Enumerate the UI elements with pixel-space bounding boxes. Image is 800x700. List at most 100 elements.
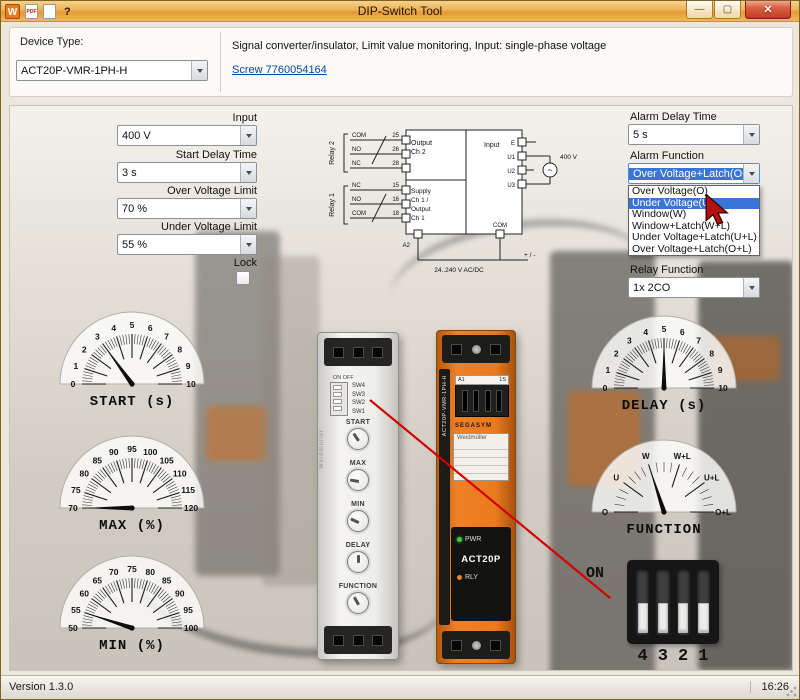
document-icon[interactable] [43,4,56,19]
dip-switch-channel-2[interactable] [677,569,690,635]
input-select[interactable]: 400 V [117,125,257,146]
dip-switch-channel-3[interactable] [656,569,669,635]
terminal-block [324,338,392,366]
dip-on-label: ON [586,565,604,582]
app-window: W PDF ? DIP-Switch Tool — ▢ ✕ Device Typ… [0,0,800,700]
dip-switch-number: 2 [677,647,690,666]
supply-voltage: 24..240 V AC/DC [434,267,484,274]
polarity: + / - [524,252,535,259]
chevron-down-icon[interactable] [191,61,207,80]
start-delay-label: Start Delay Time [17,149,257,161]
alarm-function-dropdown-list[interactable]: Over Voltage(O)Under Voltage(U)Window(W)… [628,185,760,256]
svg-text:55: 55 [71,605,81,615]
alarm-delay-select[interactable]: 5 s [628,124,760,145]
relay1-bracket [344,186,348,224]
chevron-down-icon[interactable] [743,164,759,183]
relay2-label: Relay 2 [329,141,336,165]
terminal-number: 25 [392,133,399,139]
dip-switch-handle[interactable] [698,603,708,633]
start-delay-select[interactable]: 3 s [117,162,257,183]
dip-switch-channel-4[interactable] [636,569,649,635]
svg-text:95: 95 [183,605,193,615]
contact-label: COM [352,211,366,217]
chevron-down-icon[interactable] [240,126,256,145]
help-icon[interactable]: ? [64,6,71,18]
device-dial-delay: DELAY [318,542,398,573]
chevron-down-icon[interactable] [240,163,256,182]
chevron-down-icon[interactable] [743,278,759,297]
minimize-button[interactable]: — [686,1,713,19]
relay-function-value: 1x 2CO [629,282,743,294]
over-voltage-select[interactable]: 70 % [117,198,257,219]
relay-function-select[interactable]: 1x 2CO [628,277,760,298]
device-dial-function: FUNCTION [318,583,398,614]
svg-text:2: 2 [82,344,87,354]
dial-label: START [318,419,398,426]
device-name: ACT20P [451,554,511,565]
svg-text:65: 65 [93,575,103,585]
alarm-function-option[interactable]: Window+Latch(W+L) [629,221,759,233]
cell-output-ch2: Output [411,140,432,147]
input-terminal: U2 [507,169,515,175]
under-voltage-select[interactable]: 55 % [117,234,257,255]
close-button[interactable]: ✕ [745,1,791,19]
gauge-function-dial: OUWW+LU+LO+L [582,424,746,521]
gauge-svg-max: 707580859095100105110115120 [50,420,214,512]
title-bar[interactable]: W PDF ? DIP-Switch Tool — ▢ ✕ [1,1,799,22]
terminal-block [324,626,392,654]
dip-caption: ON OFF [330,375,390,381]
input-terminal: U3 [507,183,515,189]
contact-label: NC [352,183,361,189]
gauge-max-caption: MAX (%) [50,518,214,534]
cell-supply-ch1: Ch 1 / [411,197,429,204]
chevron-down-icon[interactable] [240,235,256,254]
dip-switch-handle[interactable] [678,603,688,633]
cell-output-ch2: Ch 2 [411,149,426,156]
series-label: SEGASYM [455,423,509,429]
dip-switch-number: 1 [697,647,710,666]
weidmueller-logo-icon[interactable]: W [5,4,20,19]
jack-label: 1S [499,377,506,383]
svg-text:5: 5 [130,320,135,330]
alarm-function-option[interactable]: Under Voltage+Latch(U+L) [629,232,759,244]
dip-row-label: SW4 [352,382,365,391]
gauge-start-caption: START (s) [50,394,214,410]
gauge-start: 012345678910 START (s) [50,296,214,410]
device-type-select[interactable]: ACT20P-VMR-1PH-H [16,60,208,81]
chevron-down-icon[interactable] [240,199,256,218]
alarm-function-option[interactable]: Over Voltage(O) [629,186,759,198]
dip-switch-channel-1[interactable] [697,569,710,635]
dip-row-label: SW3 [352,391,365,400]
source-voltage: 400 V [560,154,578,161]
svg-text:O: O [602,508,608,516]
source-wires [526,142,557,184]
pwr-label: PWR [465,536,481,543]
alarm-function-select[interactable]: Over Voltage+Latch(O+L) [628,163,760,184]
svg-text:90: 90 [175,588,185,598]
resize-grip[interactable] [785,685,798,698]
maximize-button[interactable]: ▢ [714,1,741,19]
alarm-function-option[interactable]: Over Voltage+Latch(O+L) [629,244,759,256]
device-dial-max: MAX [318,460,398,491]
test-jack-panel: A1 1S [455,375,509,417]
wiring-diagram: COM NO NC Relay 2 NC NO COM Relay 1 Outp… [288,114,588,278]
dip-switch-block[interactable] [627,560,719,644]
dip-switch-handle[interactable] [638,603,648,633]
order-number-link[interactable]: Screw 7760054164 [232,64,327,76]
svg-text:75: 75 [127,564,137,574]
svg-text:10: 10 [718,383,728,392]
device-dial-start: START [318,419,398,450]
alarm-function-value: Over Voltage+Latch(O+L) [629,168,743,180]
device-type-value: ACT20P-VMR-1PH-H [17,65,191,77]
svg-text:70: 70 [109,567,119,577]
alarm-function-option[interactable]: Under Voltage(U) [629,198,759,210]
svg-text:105: 105 [160,455,174,465]
gauge-min-caption: MIN (%) [50,638,214,654]
alarm-function-option[interactable]: Window(W) [629,209,759,221]
svg-text:2: 2 [614,348,619,358]
gauge-svg-function: OUWW+LU+LO+L [582,424,746,516]
dip-switch-handle[interactable] [658,603,668,633]
chevron-down-icon[interactable] [743,125,759,144]
pdf-export-icon[interactable]: PDF [25,4,38,19]
lock-checkbox[interactable] [236,271,250,285]
